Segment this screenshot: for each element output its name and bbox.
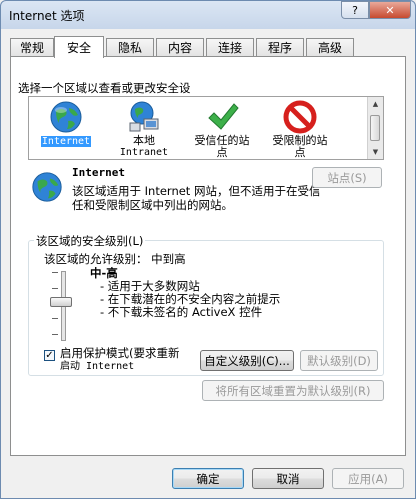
sites-button[interactable]: 站点(S) — [312, 167, 382, 188]
zone-intranet-label: 本地 — [133, 134, 155, 147]
tab-security[interactable]: 安全 — [54, 36, 104, 58]
tab-content[interactable]: 内容 — [156, 38, 204, 56]
tab-advanced[interactable]: 高级 — [306, 38, 354, 56]
protected-mode-label[interactable]: 启用保护模式(要求重新 启动 Internet — [60, 347, 180, 373]
checkmark-icon — [204, 99, 240, 135]
cancel-button[interactable]: 取消 — [252, 468, 324, 489]
zone-info-description: 该区域适用于 Internet 网站，但不适用于在受信任和受限制区域中列出的网站… — [72, 184, 321, 212]
zone-trusted-sites[interactable]: 受信任的站 点 — [187, 99, 257, 159]
protected-mode-checkbox[interactable]: ✓ — [44, 350, 55, 361]
slider-tick — [52, 318, 58, 319]
custom-level-button[interactable]: 自定义级别(C)... — [200, 350, 294, 371]
security-level-title: 该区域的安全级别(L) — [34, 233, 146, 249]
reset-all-zones-button[interactable]: 将所有区域重置为默认级别(R) — [202, 380, 384, 401]
level-detail-line: - 不下载未签名的 ActiveX 控件 — [100, 305, 263, 319]
security-slider-thumb[interactable] — [50, 297, 72, 307]
slider-tick — [52, 272, 58, 273]
zones-label: 选择一个区域以查看或更改安全设 — [18, 81, 191, 95]
protected-mode-label-line2: 启动 Internet — [60, 361, 135, 372]
tab-general[interactable]: 常规 — [10, 38, 54, 56]
protected-mode-label-line1: 启用保护模式(要求重新 — [60, 346, 180, 360]
slider-tick — [52, 334, 58, 335]
apply-button[interactable]: 应用(A) — [332, 468, 404, 489]
tab-privacy[interactable]: 隐私 — [106, 38, 154, 56]
tab-connections[interactable]: 连接 — [206, 38, 254, 56]
zone-trusted-label2: 点 — [216, 146, 228, 159]
default-level-button[interactable]: 默认级别(D) — [300, 350, 378, 371]
slider-tick — [52, 288, 58, 289]
zone-restricted-sites[interactable]: 受限制的站 点 — [265, 99, 335, 159]
zone-list-scrollbar[interactable]: ▲ ▼ — [367, 97, 383, 159]
scroll-up-icon[interactable]: ▲ — [368, 97, 383, 111]
ok-button[interactable]: 确定 — [172, 468, 244, 489]
close-button[interactable]: ✕ — [369, 1, 411, 19]
zone-internet-label: Internet — [40, 136, 92, 147]
intranet-globe-icon — [126, 99, 162, 135]
zone-internet[interactable]: Internet — [31, 99, 101, 148]
zone-info-globe-icon — [30, 170, 64, 204]
scroll-down-icon[interactable]: ▼ — [368, 145, 383, 159]
globe-icon — [48, 99, 84, 135]
zone-restricted-label2: 点 — [294, 146, 306, 159]
help-button[interactable]: ? — [341, 1, 369, 19]
scroll-thumb[interactable] — [370, 115, 380, 141]
restricted-icon — [282, 99, 318, 135]
window-title: Internet 选项 — [9, 9, 85, 23]
zone-list: Internet 本地 Intranet 受信任的站 点 受限制的站 点 ▲ ▼ — [28, 96, 384, 160]
security-level-details: - 适用于大多数网站 - 在下载潜在的不安全内容之前提示 - 不下载未签名的 A… — [100, 280, 280, 319]
zone-local-intranet[interactable]: 本地 Intranet — [109, 99, 179, 159]
zone-info-title: Internet — [72, 166, 125, 179]
zone-intranet-label2: Intranet — [119, 147, 169, 158]
tab-programs[interactable]: 程序 — [256, 38, 304, 56]
